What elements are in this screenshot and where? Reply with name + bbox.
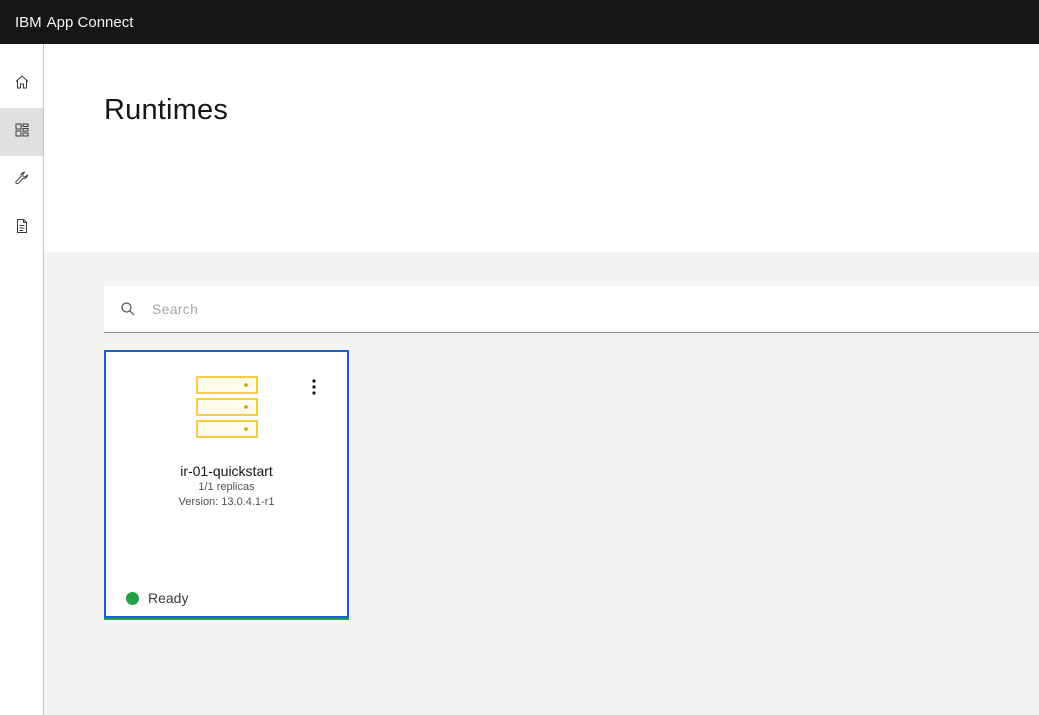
runtime-name: ir-01-quickstart bbox=[180, 463, 273, 479]
status-indicator: Ready bbox=[126, 590, 188, 606]
runtime-card[interactable]: ir-01-quickstart 1/1 replicas Version: 1… bbox=[104, 350, 349, 618]
search-input[interactable] bbox=[152, 286, 952, 332]
side-navigation bbox=[0, 44, 44, 715]
main-content: ir-01-quickstart 1/1 replicas Version: 1… bbox=[44, 252, 1039, 715]
status-dot-icon bbox=[126, 591, 139, 605]
nav-item-documents[interactable] bbox=[0, 204, 43, 252]
brand-product-name[interactable]: App Connect bbox=[47, 14, 134, 31]
brand-ibm: IBM bbox=[15, 13, 42, 31]
nav-item-home[interactable] bbox=[0, 60, 43, 108]
page-header: Runtimes bbox=[44, 44, 1039, 252]
overflow-menu-icon bbox=[312, 378, 316, 400]
nav-item-dashboard[interactable] bbox=[0, 108, 43, 156]
runtime-version: Version: 13.0.4.1-r1 bbox=[178, 496, 275, 508]
nav-item-tools[interactable] bbox=[0, 156, 43, 204]
dashboard-icon bbox=[14, 122, 30, 143]
document-icon bbox=[14, 218, 30, 239]
server-icon bbox=[195, 375, 259, 439]
wrench-icon bbox=[14, 170, 30, 191]
app-header: IBM App Connect bbox=[0, 0, 1039, 44]
page-title: Runtimes bbox=[104, 94, 229, 126]
runtime-replicas: 1/1 replicas bbox=[198, 481, 255, 493]
home-icon bbox=[14, 74, 30, 95]
status-label: Ready bbox=[148, 590, 189, 606]
search-bar bbox=[104, 286, 1039, 333]
search-icon[interactable] bbox=[104, 286, 152, 333]
overflow-menu-button[interactable] bbox=[302, 376, 326, 402]
